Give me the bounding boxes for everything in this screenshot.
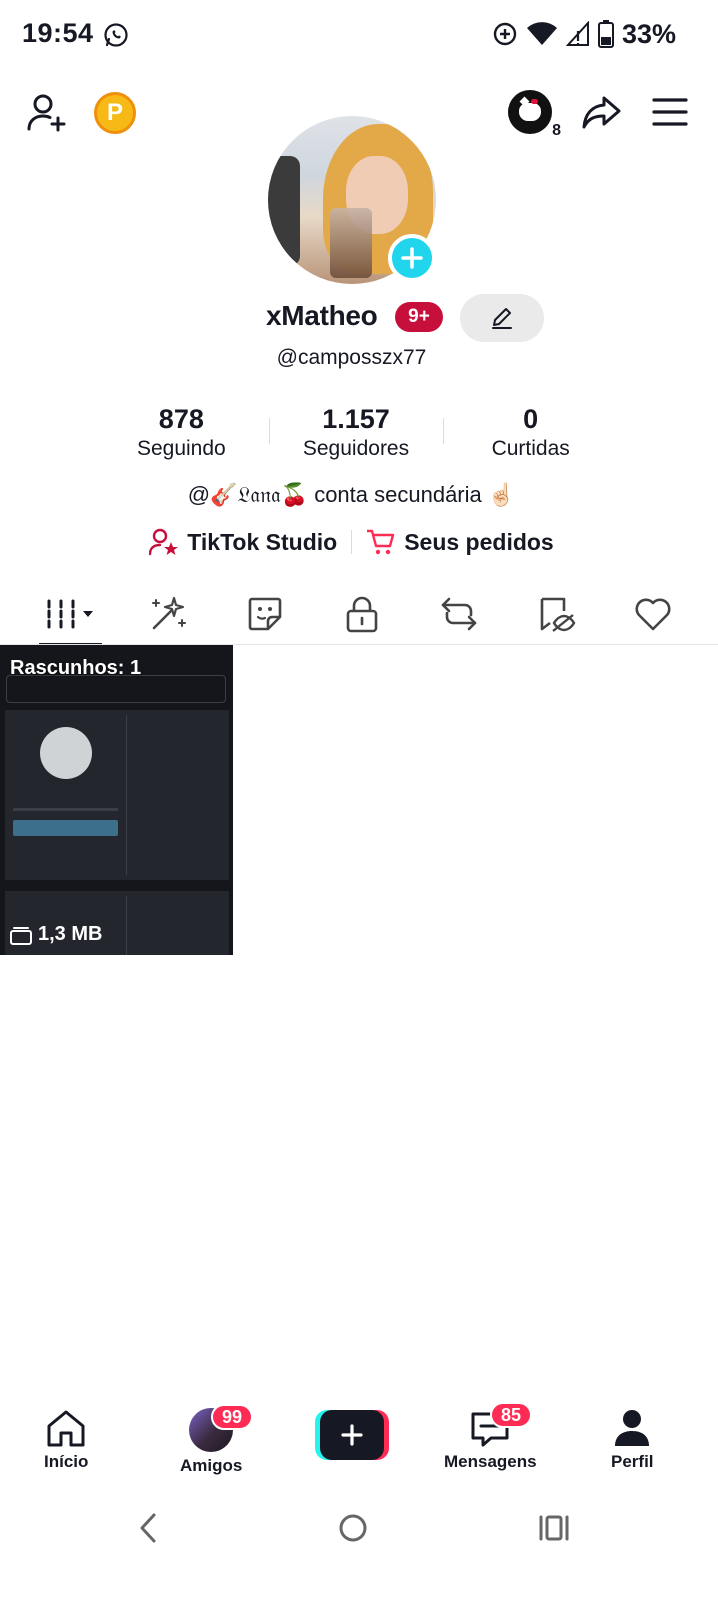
stat-following[interactable]: 878 Seguindo <box>94 404 269 470</box>
status-time: 19:54 <box>22 18 94 48</box>
nav-friends[interactable]: Amigos 99 <box>180 1404 253 1476</box>
inbox-badge: 85 <box>490 1402 532 1428</box>
repost-icon <box>441 597 477 631</box>
add-story-button[interactable] <box>388 234 436 282</box>
profile-links: TikTok Studio Seus pedidos <box>0 528 703 556</box>
nav-inbox[interactable]: Mensagens 85 <box>444 1402 537 1472</box>
name-row: xMatheo 9+ <box>0 294 718 344</box>
status-bar: 19:54 33% <box>0 0 718 68</box>
status-icons: 33% <box>492 16 676 52</box>
stat-label: Curtidas <box>491 437 570 460</box>
stat-label: Seguindo <box>136 437 226 460</box>
drafts-stack-icon <box>10 926 32 945</box>
notification-badge[interactable]: 9+ <box>395 302 443 332</box>
back-icon[interactable] <box>136 1512 160 1549</box>
sticker-icon <box>248 597 282 631</box>
home-icon <box>47 1410 85 1447</box>
home-circle-icon[interactable] <box>338 1512 368 1549</box>
system-nav-bar <box>0 1490 718 1599</box>
stat-value: 878 <box>158 404 204 434</box>
menu-icon[interactable] <box>652 97 688 127</box>
story-avatar[interactable]: 8 <box>508 90 562 140</box>
profile-handle: @camposszx77 <box>276 346 427 369</box>
nav-inbox-label: Mensagens <box>444 1452 537 1471</box>
story-count: 8 <box>551 122 562 140</box>
wifi-icon <box>526 22 557 45</box>
pencil-icon <box>492 308 512 329</box>
data-saver-icon <box>493 22 517 46</box>
profile-icon <box>615 1410 650 1446</box>
edit-profile-button[interactable] <box>460 294 544 342</box>
drafts-title: Rascunhos: 1 <box>10 657 142 679</box>
top-left-actions: P <box>26 92 136 134</box>
nav-profile[interactable]: Perfil <box>611 1408 654 1472</box>
profile-stats: 878 Seguindo 1.157 Seguidores 0 Curtidas <box>94 404 618 470</box>
bottom-nav: Início Amigos 99 Mensagens 85 Perfil <box>0 1400 718 1486</box>
plus-icon <box>401 247 423 269</box>
profile-bio: @🎸𝔏𝔞𝔫𝔞🍒 conta secundária ☝🏻 <box>187 482 516 507</box>
tab-stickers[interactable] <box>216 584 313 644</box>
tiktok-studio-label: TikTok Studio <box>187 528 338 555</box>
bookmark-eye-icon <box>540 597 576 632</box>
draft-thumbnail-avatar <box>40 727 92 779</box>
tab-private[interactable] <box>313 584 410 644</box>
profile-username: xMatheo <box>266 300 378 331</box>
lock-icon <box>346 596 378 633</box>
tab-reposts[interactable] <box>411 584 508 644</box>
share-icon[interactable] <box>582 94 622 130</box>
stat-value: 1.157 <box>322 404 390 434</box>
orders-link[interactable]: Seus pedidos <box>366 528 554 556</box>
creator-icon <box>149 528 179 556</box>
profile-avatar-wrap <box>268 116 436 284</box>
nav-home[interactable]: Início <box>44 1408 88 1472</box>
tab-favorites[interactable] <box>508 584 605 644</box>
tiktok-studio-link[interactable]: TikTok Studio <box>149 528 337 556</box>
drafts-size-label: 1,3 MB <box>38 923 103 945</box>
recents-icon[interactable] <box>538 1512 570 1549</box>
stat-likes[interactable]: 0 Curtidas <box>443 404 618 470</box>
signal-icon <box>565 21 589 46</box>
link-divider <box>351 530 353 554</box>
sparkle-icon <box>151 596 186 630</box>
add-friend-icon[interactable] <box>26 92 68 134</box>
nav-friends-label: Amigos <box>180 1456 243 1475</box>
battery-percent: 33% <box>621 18 676 49</box>
create-button[interactable] <box>315 1410 389 1460</box>
stat-value: 0 <box>523 404 539 434</box>
stat-label: Seguidores <box>302 437 410 460</box>
tab-videos[interactable] <box>22 584 119 646</box>
tab-liked[interactable] <box>605 584 702 644</box>
draft-thumbnail-card <box>5 710 229 880</box>
cart-icon <box>367 529 395 555</box>
plus-icon <box>341 1424 363 1446</box>
orders-label: Seus pedidos <box>404 528 554 555</box>
battery-icon <box>597 20 614 48</box>
drafts-size: 1,3 MB <box>10 923 102 946</box>
friends-badge: 99 <box>211 1404 253 1430</box>
nav-profile-label: Perfil <box>611 1452 654 1471</box>
top-right-actions: 8 <box>508 90 688 140</box>
whatsapp-icon <box>104 23 128 47</box>
grid-icon <box>47 599 93 629</box>
heart-icon <box>635 598 671 631</box>
tab-effects[interactable] <box>119 584 216 644</box>
drafts-tile[interactable]: Rascunhos: 1 1,3 MB <box>0 645 233 955</box>
coin-icon[interactable]: P <box>94 92 136 134</box>
stat-followers[interactable]: 1.157 Seguidores <box>268 404 444 470</box>
profile-tabs <box>22 584 702 646</box>
nav-home-label: Início <box>44 1452 89 1471</box>
hello-kitty-icon <box>519 99 541 121</box>
